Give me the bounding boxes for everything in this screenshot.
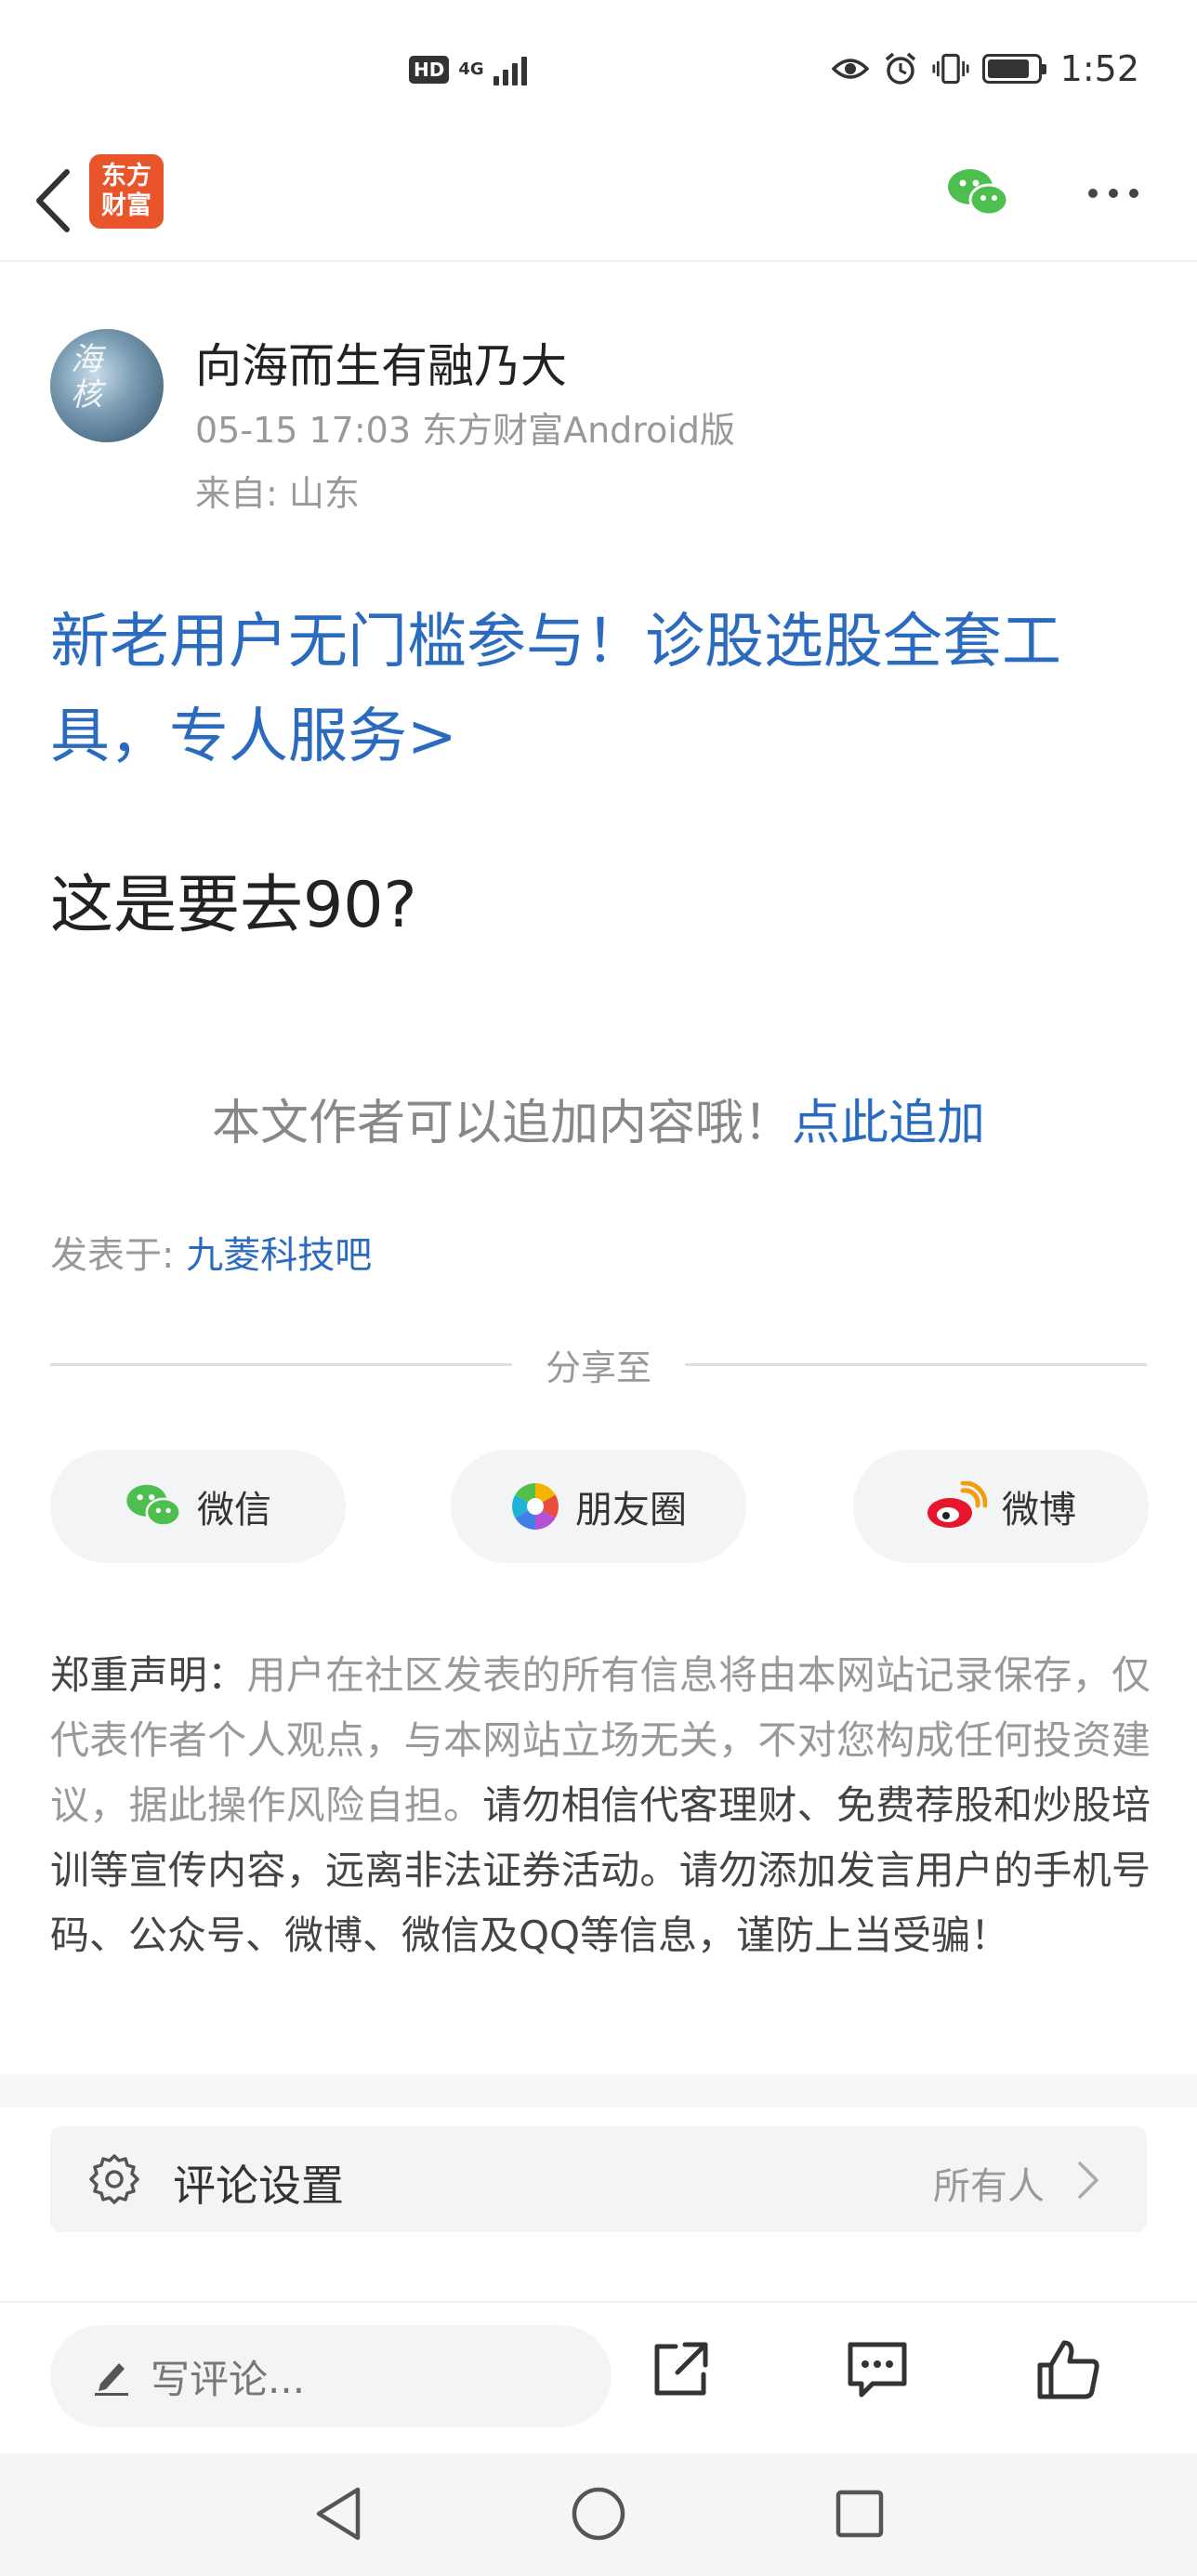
square-recents-icon bbox=[835, 2490, 884, 2538]
clock: 1:52 bbox=[1059, 48, 1139, 89]
wechat-icon bbox=[948, 169, 1009, 217]
share-button[interactable] bbox=[643, 2333, 717, 2407]
share-divider: 分享至 bbox=[50, 1346, 1148, 1388]
wechat-icon bbox=[126, 1484, 182, 1527]
system-home-button[interactable] bbox=[566, 2481, 631, 2546]
status-icons: 1:52 bbox=[831, 48, 1139, 89]
more-button[interactable] bbox=[1076, 160, 1151, 227]
append-link[interactable]: 点此追加 bbox=[792, 1096, 985, 1151]
brand-logo-line2: 财富 bbox=[101, 191, 151, 220]
system-back-button[interactable] bbox=[305, 2481, 370, 2546]
system-nav-bar bbox=[0, 2453, 1197, 2576]
comment-settings-label: 评论设置 bbox=[173, 2161, 344, 2211]
share-weibo-label: 微博 bbox=[1002, 1489, 1076, 1531]
comment-settings-row[interactable]: 评论设置 所有人 bbox=[50, 2126, 1147, 2232]
post-meta: 05-15 17:03 东方财富Android版 bbox=[195, 410, 736, 451]
posted-in-label: 发表于: bbox=[50, 1234, 187, 1277]
author-name[interactable]: 向海而生有融乃大 bbox=[195, 329, 567, 396]
more-icon-dot bbox=[1088, 189, 1098, 198]
section-separator bbox=[0, 2074, 1197, 2108]
share-wechat-button[interactable]: 微信 bbox=[50, 1450, 346, 1563]
share-moments-label: 朋友圈 bbox=[575, 1489, 687, 1531]
append-hint: 本文作者可以追加内容哦！ bbox=[211, 1096, 792, 1151]
circle-home-icon bbox=[572, 2487, 625, 2541]
posted-in: 发表于: 九菱科技吧 bbox=[50, 1225, 372, 1279]
hd-badge: HD bbox=[409, 56, 450, 84]
share-title: 分享至 bbox=[546, 1347, 652, 1388]
comment-input[interactable]: 写评论... bbox=[50, 2325, 612, 2427]
signal-icon bbox=[493, 54, 527, 85]
wechat-share-button[interactable] bbox=[944, 160, 1011, 227]
comment-icon bbox=[848, 2342, 907, 2398]
vibrate-icon bbox=[932, 50, 969, 87]
share-weibo-button[interactable]: 微博 bbox=[853, 1450, 1149, 1563]
share-moments-button[interactable]: 朋友圈 bbox=[451, 1450, 746, 1563]
divider-line bbox=[50, 1362, 512, 1366]
back-icon bbox=[36, 169, 70, 232]
gear-icon bbox=[89, 2154, 139, 2204]
brand-logo[interactable]: 东方 财富 bbox=[89, 154, 164, 229]
weibo-icon bbox=[927, 1481, 987, 1528]
promo-link[interactable]: 新老用户无门槛参与！诊股选股全套工具，专人服务> bbox=[50, 595, 1156, 784]
like-icon bbox=[1037, 2340, 1099, 2399]
edit-icon bbox=[95, 2363, 128, 2396]
triangle-back-icon bbox=[316, 2487, 361, 2541]
moments-icon bbox=[512, 1483, 559, 1530]
divider-line bbox=[685, 1362, 1148, 1366]
forum-link[interactable]: 九菱科技吧 bbox=[186, 1234, 372, 1277]
avatar[interactable]: 海 核 bbox=[50, 329, 164, 442]
post-location: 来自: 山东 bbox=[195, 473, 360, 514]
network-type: 4G bbox=[458, 59, 484, 79]
brand-logo-line1: 东方 bbox=[101, 162, 151, 191]
disclaimer: 郑重声明：用户在社区发表的所有信息将由本网站记录保存，仅代表作者个人观点，与本网… bbox=[50, 1643, 1151, 1968]
share-wechat-label: 微信 bbox=[197, 1489, 271, 1531]
comment-button[interactable] bbox=[840, 2333, 914, 2407]
status-bar: HD 4G 1:52 bbox=[0, 0, 1197, 139]
alarm-icon bbox=[882, 50, 919, 87]
share-icon bbox=[654, 2342, 708, 2396]
more-icon-dot bbox=[1109, 189, 1118, 198]
nav-bar: 东方 财富 bbox=[0, 139, 1197, 262]
system-recents-button[interactable] bbox=[827, 2481, 892, 2546]
network-indicators: HD 4G bbox=[409, 54, 527, 85]
chevron-right-icon bbox=[1078, 2162, 1098, 2199]
comment-settings-value: 所有人 bbox=[933, 2165, 1045, 2208]
eye-icon bbox=[831, 50, 869, 87]
disclaimer-lead: 郑重声明： bbox=[50, 1652, 247, 1698]
battery-icon bbox=[981, 54, 1046, 84]
comment-placeholder: 写评论... bbox=[151, 2356, 306, 2402]
post-body: 这是要去90? bbox=[50, 869, 417, 942]
append-row: 本文作者可以追加内容哦！点此追加 bbox=[0, 1084, 1197, 1153]
like-button[interactable] bbox=[1032, 2333, 1106, 2407]
more-icon-dot bbox=[1129, 189, 1138, 198]
avatar-artwork: 海 核 bbox=[71, 341, 102, 414]
back-button[interactable] bbox=[24, 154, 80, 247]
bottom-action-bar: 写评论... bbox=[0, 2301, 1197, 2453]
